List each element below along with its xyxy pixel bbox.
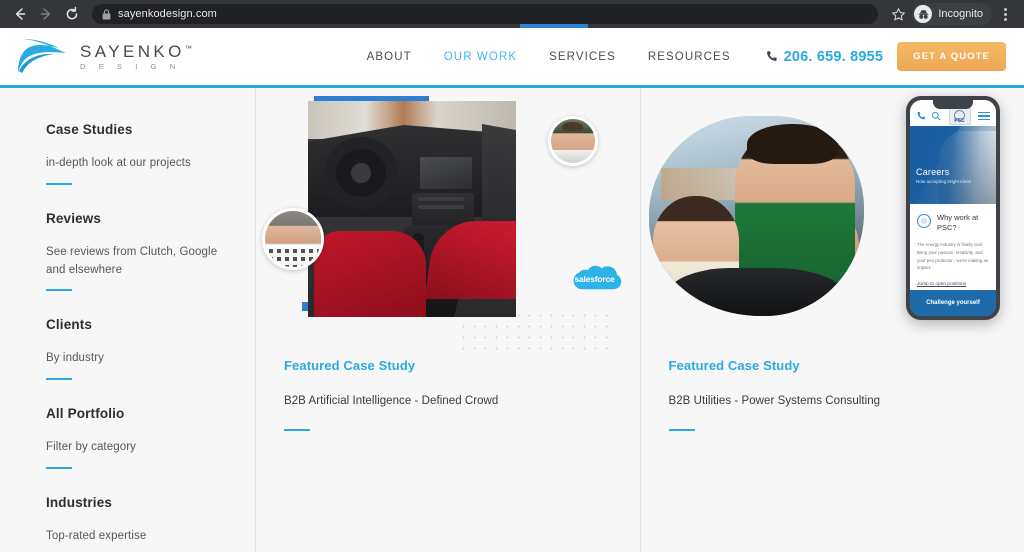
case-study-card-2[interactable]: PSC Careers Now accepting bright ideas	[640, 88, 1024, 552]
phone-notch	[933, 100, 973, 109]
sidebar: Case Studies in-depth look at our projec…	[0, 88, 256, 552]
salesforce-label: salesforce	[568, 274, 622, 284]
case-2-title[interactable]: B2B Utilities - Power Systems Consulting	[669, 395, 1024, 407]
main-navigation: ABOUT OUR WORK SERVICES RESOURCES 206. 6…	[351, 42, 1006, 71]
swoosh-logo-icon	[16, 35, 74, 79]
search-icon[interactable]	[931, 111, 941, 121]
phone-footer-banner[interactable]: Challenge yourself	[910, 290, 996, 316]
sidebar-description: Top-rated expertise	[46, 528, 229, 546]
bookmark-button[interactable]	[886, 2, 910, 26]
phone-hero-subtitle: Now accepting bright ideas	[916, 179, 971, 184]
case-1-caption: Featured Case Study B2B Artificial Intel…	[256, 358, 640, 431]
phone-body-text: The energy industry is finally cool. Bri…	[917, 241, 989, 272]
case-studies-grid: salesforce Featured Case Study B2B Artif…	[256, 88, 1024, 552]
sidebar-title: Industries	[46, 495, 229, 510]
case-2-media: PSC Careers Now accepting bright ideas	[641, 88, 1024, 358]
phone-topbar-icons	[916, 111, 941, 121]
case-1-media: salesforce	[256, 88, 640, 358]
address-bar[interactable]: sayenkodesign.com	[92, 4, 878, 24]
logo-name: SAYENKO™	[80, 43, 192, 60]
site-logo[interactable]: SAYENKO™ D E S I G N	[16, 35, 192, 79]
star-icon	[891, 7, 906, 22]
case-2-eyebrow[interactable]: Featured Case Study	[669, 358, 1024, 373]
car-interior-photo	[308, 101, 516, 317]
back-arrow-icon	[12, 6, 28, 22]
case-1-title[interactable]: B2B Artificial Intelligence - Defined Cr…	[284, 395, 640, 407]
sidebar-description: By industry	[46, 350, 229, 368]
phone-link[interactable]: 206. 659. 8955	[747, 49, 898, 65]
sidebar-rule	[46, 289, 72, 291]
address-bar-url: sayenkodesign.com	[118, 8, 217, 20]
chrome-right-controls: Incognito	[886, 2, 1016, 26]
hamburger-icon[interactable]	[978, 112, 990, 121]
psc-mark-icon	[917, 214, 931, 228]
phone-section-title: Why work at PSC?	[937, 213, 989, 233]
profile-button[interactable]: Incognito	[912, 3, 992, 25]
logo-wordmark: SAYENKO™ D E S I G N	[80, 43, 192, 71]
phone-body: Why work at PSC? The energy industry is …	[910, 204, 996, 295]
sidebar-description: in-depth look at our projects	[46, 155, 229, 173]
sidebar-rule	[46, 183, 72, 185]
sidebar-description: Filter by category	[46, 439, 229, 457]
browser-menu-button[interactable]	[994, 3, 1016, 25]
phone-hero-title: Careers	[916, 167, 971, 177]
phone-mockup: PSC Careers Now accepting bright ideas	[906, 96, 1000, 320]
sidebar-item-reviews[interactable]: Reviews See reviews from Clutch, Google …	[46, 211, 229, 292]
browser-toolbar: sayenkodesign.com Incognito	[0, 0, 1024, 28]
sidebar-title: All Portfolio	[46, 406, 229, 421]
forward-arrow-icon	[38, 6, 54, 22]
phone-number: 206. 659. 8955	[784, 49, 884, 65]
case-2-rule	[669, 429, 695, 431]
nav-item-about[interactable]: ABOUT	[351, 51, 428, 63]
back-button[interactable]	[8, 2, 32, 26]
sidebar-title: Case Studies	[46, 122, 229, 137]
salesforce-cloud-icon: salesforce	[568, 262, 622, 298]
sidebar-item-industries[interactable]: Industries Top-rated expertise	[46, 495, 229, 555]
three-dots-icon	[1004, 8, 1007, 11]
sidebar-rule	[46, 378, 72, 380]
case-2-caption: Featured Case Study B2B Utilities - Powe…	[641, 358, 1024, 431]
case-1-eyebrow[interactable]: Featured Case Study	[284, 358, 640, 373]
nav-item-services[interactable]: SERVICES	[533, 51, 632, 63]
logo-tagline: D E S I G N	[80, 63, 192, 71]
nav-item-our-work[interactable]: OUR WORK	[428, 51, 533, 63]
reload-icon	[64, 6, 80, 22]
sidebar-item-all-portfolio[interactable]: All Portfolio Filter by category	[46, 406, 229, 469]
team-member-avatar-2	[262, 208, 324, 270]
incognito-icon	[914, 5, 932, 23]
case-1-rule	[284, 429, 310, 431]
sidebar-title: Clients	[46, 317, 229, 332]
sidebar-rule	[46, 467, 72, 469]
page-body: Case Studies in-depth look at our projec…	[0, 88, 1024, 552]
get-a-quote-button[interactable]: GET A QUOTE	[897, 42, 1006, 71]
forward-button[interactable]	[34, 2, 58, 26]
phone-icon[interactable]	[916, 111, 926, 121]
case-study-card-1[interactable]: salesforce Featured Case Study B2B Artif…	[256, 88, 640, 552]
nav-item-resources[interactable]: RESOURCES	[632, 51, 747, 63]
site-header: SAYENKO™ D E S I G N ABOUT OUR WORK SERV…	[0, 28, 1024, 88]
phone-screen: PSC Careers Now accepting bright ideas	[910, 100, 996, 316]
team-photo-blob	[649, 116, 864, 316]
profile-label: Incognito	[938, 8, 983, 20]
reload-button[interactable]	[60, 2, 84, 26]
sidebar-item-clients[interactable]: Clients By industry	[46, 317, 229, 380]
sidebar-item-case-studies[interactable]: Case Studies in-depth look at our projec…	[46, 122, 229, 185]
psc-logo: PSC	[949, 108, 971, 125]
phone-icon	[765, 50, 778, 63]
lock-icon	[102, 9, 111, 20]
phone-jump-link[interactable]: Jump to open positions	[917, 282, 966, 287]
phone-hero: Careers Now accepting bright ideas	[910, 126, 996, 204]
team-member-avatar-1	[548, 116, 598, 166]
sidebar-description: See reviews from Clutch, Google and else…	[46, 244, 229, 280]
sidebar-title: Reviews	[46, 211, 229, 226]
